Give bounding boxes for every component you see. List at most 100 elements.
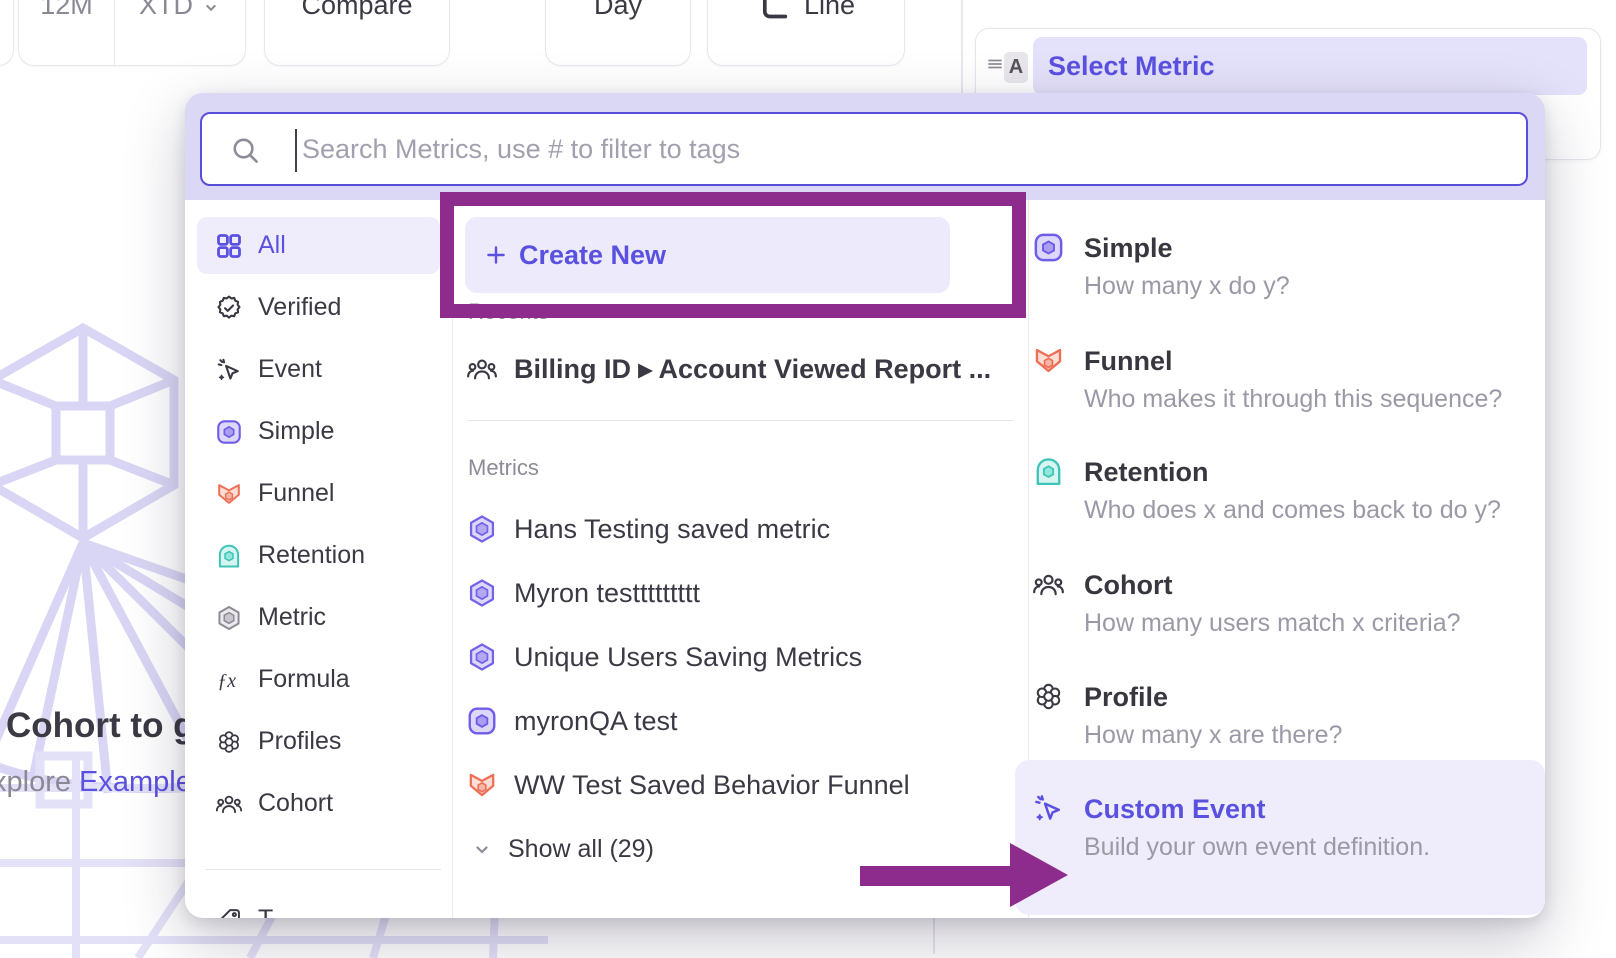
simple-metric-icon (215, 418, 243, 446)
category-event[interactable]: Event (185, 341, 452, 398)
category-metric[interactable]: Metric (185, 589, 452, 646)
metric-item-label: Unique Users Saving Metrics (514, 642, 862, 673)
chart-type-line-button[interactable]: Line (707, 0, 905, 66)
metric-type-retention[interactable]: Retention Who does x and comes back to d… (1032, 454, 1532, 527)
cohort-icon (466, 353, 498, 385)
metric-list-item[interactable]: myronQA test (466, 705, 678, 737)
category-label: Funnel (258, 479, 334, 508)
metric-hexagon-icon (215, 604, 243, 632)
metric-type-title: Custom Event (1084, 791, 1430, 827)
recent-item[interactable]: Billing ID ▸ Account Viewed Report ... (466, 353, 991, 385)
category-simple[interactable]: Simple (185, 403, 452, 460)
metric-type-funnel[interactable]: Funnel Who makes it through this sequenc… (1032, 343, 1532, 416)
category-all[interactable]: All (197, 217, 440, 274)
category-label: Retention (258, 541, 365, 570)
category-label: Simple (258, 417, 334, 446)
tag-icon (215, 906, 243, 919)
recents-divider (468, 420, 1013, 421)
metric-list-item[interactable]: WW Test Saved Behavior Funnel (466, 769, 910, 801)
metric-type-description: How many x do y? (1084, 270, 1290, 303)
panel-divider-top (961, 0, 963, 94)
category-tags-clipped[interactable]: T (185, 891, 452, 918)
recent-item-label: Billing ID ▸ Account Viewed Report ... (514, 354, 991, 385)
range-12m-button[interactable]: 12M (19, 0, 115, 65)
show-all-label: Show all (29) (508, 835, 654, 864)
retention-icon (1032, 455, 1065, 488)
text-cursor (295, 129, 297, 172)
metric-type-description: How many x are there? (1084, 719, 1342, 752)
svg-text:ƒx: ƒx (217, 670, 236, 692)
query-row-badge-label: A (1009, 56, 1023, 79)
range-xtd-button[interactable]: XTD (115, 0, 245, 65)
compare-label: Compare (301, 0, 412, 21)
metric-type-cohort[interactable]: Cohort How many users match x criteria? (1032, 567, 1532, 640)
category-label: Event (258, 355, 322, 384)
interval-day-button[interactable]: Day (545, 0, 691, 66)
metric-item-label: Hans Testing saved metric (514, 514, 830, 545)
grid-icon (215, 232, 243, 260)
metric-type-title: Profile (1084, 679, 1342, 715)
metric-type-description: How many users match x criteria? (1084, 607, 1461, 640)
funnel-icon (1032, 344, 1065, 377)
metric-type-title: Simple (1084, 230, 1290, 266)
event-cursor-icon (215, 356, 243, 384)
line-chart-icon (757, 0, 791, 25)
metric-type-profile[interactable]: Profile How many x are there? (1032, 679, 1532, 752)
chart-type-line-label: Line (804, 0, 855, 21)
select-metric-label: Select Metric (1048, 51, 1215, 82)
show-all-button[interactable]: Show all (29) (470, 835, 654, 864)
category-label: Cohort (258, 789, 333, 818)
compare-button[interactable]: Compare (264, 0, 450, 66)
category-label: Verified (258, 293, 341, 322)
category-formula[interactable]: ƒx Formula (185, 651, 452, 708)
example-link[interactable]: Example (79, 766, 192, 798)
category-retention[interactable]: Retention (185, 527, 452, 584)
metric-item-label: WW Test Saved Behavior Funnel (514, 770, 910, 801)
metric-type-custom-event[interactable]: Custom Event Build your own event defini… (1032, 791, 1532, 864)
range-xtd-label: XTD (139, 0, 193, 21)
metric-type-title: Cohort (1084, 567, 1461, 603)
category-cohort[interactable]: Cohort (185, 775, 452, 832)
select-metric-modal: All Verified Event Simple Funnel Retenti… (185, 93, 1545, 918)
simple-metric-icon (1032, 231, 1065, 264)
category-profiles[interactable]: Profiles (185, 713, 452, 770)
metric-item-label: Myron testtttttttt (514, 578, 700, 609)
search-input[interactable] (202, 114, 1526, 184)
metric-list-item[interactable]: Myron testtttttttt (466, 577, 700, 609)
empty-state-subtext: xplore Example (0, 766, 192, 799)
sidebar-divider (452, 200, 453, 918)
recents-heading: Recents (468, 299, 549, 325)
chevron-down-icon (201, 0, 221, 18)
category-label: T (258, 905, 273, 918)
date-range-segmented-control: 12M XTD (18, 0, 246, 66)
funnel-icon (215, 480, 243, 508)
metric-list-item[interactable]: Unique Users Saving Metrics (466, 641, 862, 673)
create-new-button[interactable]: Create New (465, 217, 950, 293)
metric-list-item[interactable]: Hans Testing saved metric (466, 513, 830, 545)
metric-type-simple[interactable]: Simple How many x do y? (1032, 230, 1532, 303)
saved-metric-icon (466, 513, 498, 545)
metric-type-description: Who does x and comes back to do y? (1084, 494, 1501, 527)
range-12m-label: 12M (40, 0, 93, 21)
metric-item-label: myronQA test (514, 706, 678, 737)
cutoff-button[interactable] (0, 0, 14, 66)
drag-handle-icon[interactable] (985, 54, 1005, 74)
profiles-icon (1032, 680, 1065, 713)
metric-type-description: Who makes it through this sequence? (1084, 383, 1502, 416)
category-verified[interactable]: Verified (185, 279, 452, 336)
create-new-label: Create New (519, 240, 666, 271)
interval-day-label: Day (594, 0, 642, 21)
category-label: All (258, 231, 286, 260)
custom-event-icon (1032, 792, 1065, 825)
select-metric-button[interactable]: Select Metric (1033, 37, 1587, 95)
metrics-heading: Metrics (468, 455, 539, 481)
sidebar-section-divider (205, 869, 441, 870)
explore-prefix: xplore (0, 766, 79, 798)
profiles-icon (215, 728, 243, 756)
category-label: Metric (258, 603, 326, 632)
empty-state-heading: Cohort to ge (6, 706, 214, 746)
formula-icon: ƒx (215, 666, 243, 694)
saved-metric-icon (466, 641, 498, 673)
category-funnel[interactable]: Funnel (185, 465, 452, 522)
saved-metric-icon (466, 577, 498, 609)
